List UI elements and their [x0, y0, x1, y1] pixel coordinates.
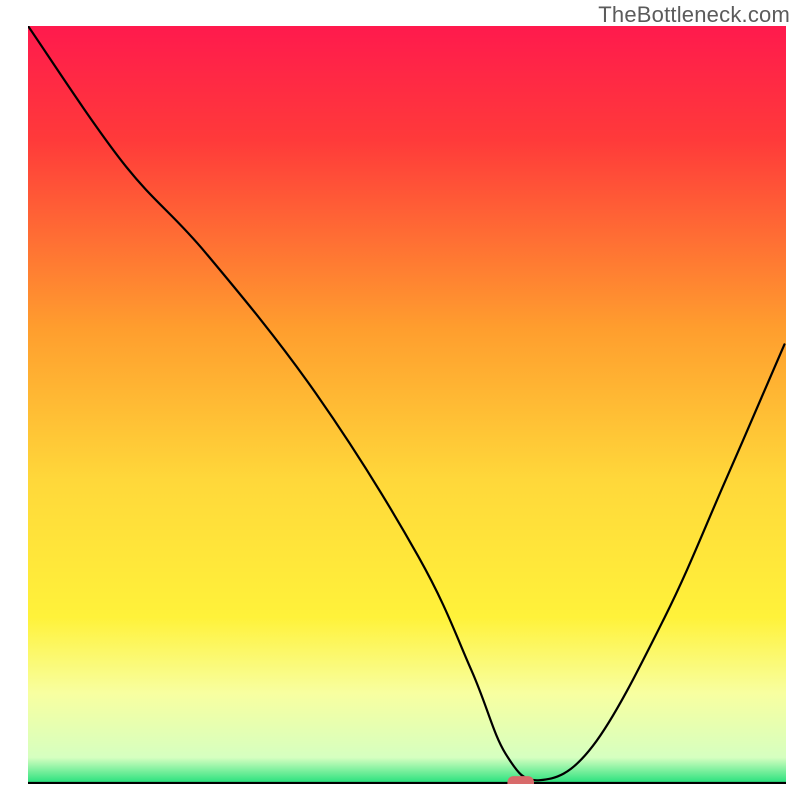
- chart-stage: TheBottleneck.com: [0, 0, 800, 800]
- watermark-text: TheBottleneck.com: [598, 2, 790, 28]
- chart-svg: [28, 26, 786, 784]
- optimal-marker: [507, 776, 534, 784]
- gradient-background: [28, 26, 786, 784]
- plot-area: [28, 26, 786, 784]
